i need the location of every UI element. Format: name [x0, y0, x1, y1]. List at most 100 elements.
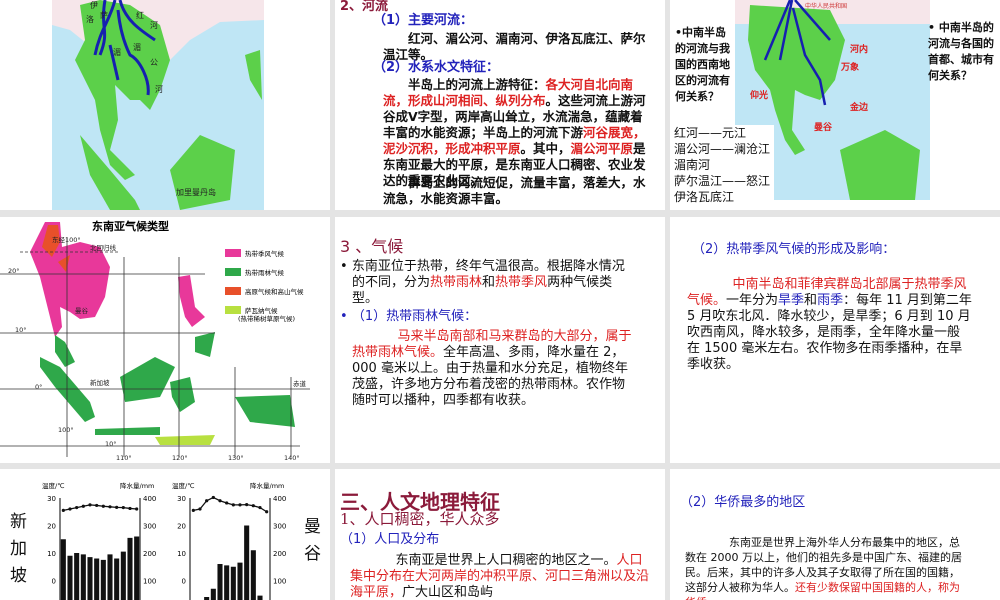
bullet-rainforest-heading: • （1）热带雨林气候： — [340, 309, 478, 324]
temperature-point — [61, 508, 65, 512]
slide-human-geography[interactable]: 三、人文地理特征 1、人口稠密，华人众多 （1）人口及分布 东南亚是世界上人口稠… — [335, 469, 665, 600]
hydrology-paragraph: 半岛上的河流上游特征：各大河自北向南流，形成山河相间、纵列分布。这些河流上游河谷… — [383, 77, 653, 189]
text: 。其中， — [520, 141, 571, 156]
temperature-point — [121, 506, 125, 510]
label-equator: 赤道 — [293, 379, 307, 388]
bullet-climate-intro: • 东南亚位于热带，终年气温很高。根据降水情况的不同，分为热带雨林和热带季风两种… — [340, 259, 625, 306]
temperature-point — [81, 504, 85, 508]
temperature-point — [95, 503, 99, 508]
precip-tick-label: 100 — [143, 578, 156, 586]
temperature-point — [231, 503, 235, 507]
temperature-point — [198, 507, 202, 511]
heading-population: （1）人口及分布 — [340, 532, 440, 547]
city-vientiane: 万象 — [840, 61, 859, 73]
slide-climate-charts[interactable]: 新加坡 曼谷 温度/℃ 降水量/mm 30 20 10 0 400 300 200 100 温度/℃… — [0, 469, 330, 600]
city-hanoi: 河内 — [850, 43, 868, 55]
dry-season: 旱季 — [778, 293, 805, 308]
precip-tick-label: 400 — [273, 495, 286, 503]
precip-bar — [217, 564, 223, 600]
temperature-point — [68, 507, 72, 511]
precip-bar — [120, 551, 126, 600]
river-pairs-list: 红河——元江 湄公河——澜沧江 湄南河 萨尔温江——怒江 伊洛瓦底江 — [674, 125, 774, 205]
precip-tick-label: 300 — [273, 523, 286, 531]
river-pair: 湄公河——澜沧江 — [674, 142, 771, 156]
precip-bar — [134, 536, 140, 600]
rainforest-paragraph: 马来半岛南部和马来群岛的大部分，属于热带雨林气候。全年高温、多雨，降水量在 2，… — [352, 329, 632, 409]
temperature-point — [128, 506, 132, 511]
temp-tick-label: 0 — [52, 578, 56, 586]
text: 和 — [482, 275, 496, 290]
slide-climate-map[interactable]: 东南亚气候类型 东经100° 北回归线 曼谷 新加坡 赤道 20° 10° 0°… — [0, 217, 330, 463]
heading-main-rivers: （1）主要河流： — [373, 13, 474, 28]
temp-axis-label: 温度/℃ — [172, 481, 195, 490]
temp-tick-label: 20 — [177, 523, 186, 531]
highlight: 热带雨林 — [430, 275, 483, 290]
precip-bar — [74, 553, 80, 600]
temperature-point — [108, 505, 112, 509]
map-header: 中华人民共和国 — [805, 2, 847, 10]
temperature-point — [135, 507, 139, 511]
precip-bar — [210, 588, 216, 600]
lon-label: 140° — [284, 454, 300, 462]
legend-item: 热带雨林气候 — [245, 268, 285, 277]
precip-bar — [94, 558, 100, 600]
temp-tick-label: 10 — [47, 550, 56, 558]
text: 广大山区和岛屿 — [402, 585, 494, 600]
temp-tick-label: 30 — [177, 495, 186, 503]
slide-rivers[interactable]: 2、河流 （1）主要河流： 红河、湄公河、湄南河、伊洛瓦底江、萨尔温江等。 （2… — [335, 0, 665, 210]
precip-bar — [87, 557, 93, 600]
temperature-point — [205, 499, 209, 503]
text: 半岛上的河流上游特征： — [408, 77, 546, 92]
text: （1）热带雨林气候： — [351, 309, 478, 324]
highlight: 热带季风 — [495, 275, 548, 290]
city-yangon: 仰光 — [750, 89, 768, 101]
svg-text:湄: 湄 — [133, 43, 141, 52]
temperature-point — [88, 503, 92, 507]
svg-text:河: 河 — [150, 20, 158, 30]
label-tropic: 北回归线 — [90, 243, 117, 252]
svg-text:洛: 洛 — [86, 14, 94, 24]
svg-text:河: 河 — [155, 84, 163, 94]
lon-label: 130° — [228, 454, 244, 462]
river-pair: 伊洛瓦底江 — [674, 190, 735, 204]
precip-bar — [67, 555, 73, 600]
svg-text:加里曼丹岛: 加里曼丹岛 — [176, 187, 216, 197]
temperature-point — [191, 508, 195, 512]
precip-axis-label: 降水量/mm — [250, 481, 284, 490]
slide-overseas-chinese[interactable]: （2）华侨最多的地区 东南亚是世界上海外华人分布最集中的地区，总数在 2000 … — [670, 469, 1000, 600]
text: 和 — [804, 293, 818, 308]
slide-title: （2）热带季风气候的形成及影响： — [692, 242, 896, 257]
heading-hydrology: （2）水系水文特征： — [373, 60, 500, 75]
temperature-point — [75, 506, 79, 510]
legend-item: 高原气候和高山气候 — [245, 287, 304, 296]
map-title: 东南亚气候类型 — [92, 219, 169, 233]
slide-river-map[interactable]: 伊洛萨红河 湄湄公河加里曼丹岛 — [0, 0, 330, 210]
climate-types-map: 东南亚气候类型 东经100° 北回归线 曼谷 新加坡 赤道 20° 10° 0°… — [0, 219, 310, 462]
slide-climate[interactable]: 3 、气候 • 东南亚位于热带，终年气温很高。根据降水情况的不同，分为热带雨林和… — [335, 217, 665, 463]
temperature-line — [63, 504, 137, 512]
label-lon100: 东经100° — [52, 235, 81, 244]
temp-tick-label: 10 — [177, 550, 186, 558]
svg-text:伊: 伊 — [90, 0, 98, 10]
precip-bar — [107, 554, 113, 600]
precip-bar — [257, 595, 263, 600]
lat-label: 10° — [15, 326, 27, 334]
temperature-point — [265, 510, 269, 514]
label-singapore: 新加坡 — [90, 378, 110, 387]
slide-monsoon[interactable]: （2）热带季风气候的形成及影响： 中南半岛和菲律宾群岛北部属于热带季风气候。一年… — [670, 217, 1000, 463]
slide-subtitle: 1、人口稠密，华人众多 — [340, 510, 500, 528]
precip-bar — [80, 554, 86, 600]
precip-bar — [224, 565, 230, 600]
precip-tick-label: 200 — [143, 550, 156, 558]
precip-axis-label: 降水量/mm — [120, 481, 154, 490]
city-label-singapore: 新加坡 — [10, 512, 27, 586]
svg-text:公: 公 — [150, 58, 158, 67]
temp-tick-label: 20 — [47, 523, 56, 531]
svg-text:湄: 湄 — [113, 48, 121, 57]
lon-label: 100° — [58, 426, 74, 434]
precip-bar — [60, 539, 66, 600]
precip-bar — [237, 562, 243, 600]
temperature-point — [218, 499, 222, 503]
slide-rivers-questions[interactable]: 中华人民共和国 河内 万象 仰光 金边 曼谷 •中南半岛的河流与我国的西南地区的… — [670, 0, 1000, 210]
precip-tick-label: 300 — [143, 523, 156, 531]
